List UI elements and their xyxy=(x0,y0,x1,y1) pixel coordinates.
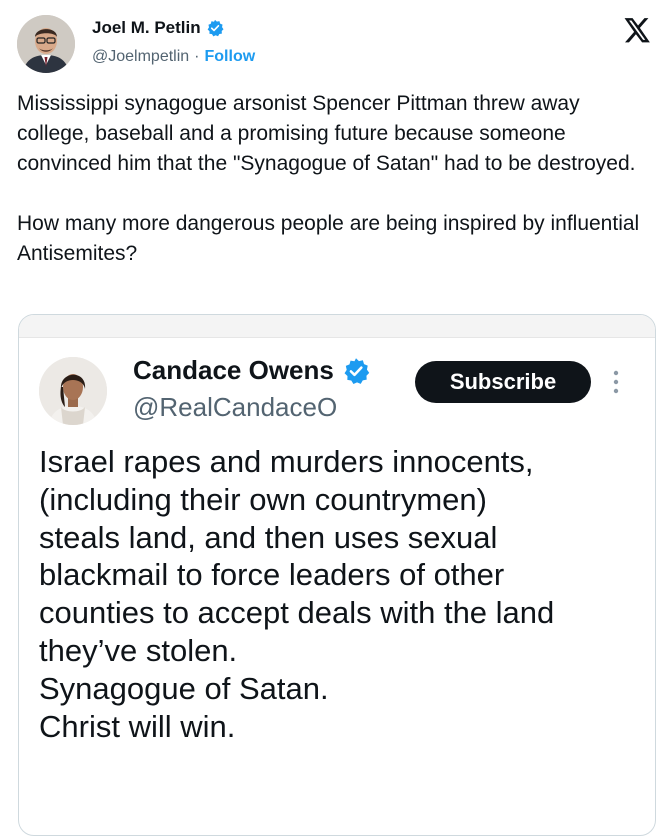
quoted-author-avatar[interactable] xyxy=(39,357,107,425)
quoted-author-name-row[interactable]: Candace Owens xyxy=(133,355,370,386)
quoted-tweet-card[interactable]: Candace Owens @RealCandaceO Subscribe Is… xyxy=(18,314,656,836)
author-avatar[interactable] xyxy=(17,15,75,73)
handle-separator: · xyxy=(194,48,200,65)
author-name[interactable]: Joel M. Petlin xyxy=(92,18,201,38)
quoted-author-name[interactable]: Candace Owens xyxy=(133,355,334,386)
more-vertical-icon[interactable] xyxy=(611,369,621,395)
author-handle-row: @Joelmpetlin · Follow xyxy=(92,48,255,66)
author-name-row[interactable]: Joel M. Petlin xyxy=(92,18,224,38)
tweet-text: Mississippi synagogue arsonist Spencer P… xyxy=(17,89,647,269)
verified-badge-icon xyxy=(206,19,224,37)
quoted-tweet-text: Israel rapes and murders innocents, (inc… xyxy=(39,444,555,744)
tweet-paragraph: Mississippi synagogue arsonist Spencer P… xyxy=(17,92,636,175)
follow-link[interactable]: Follow xyxy=(205,48,256,66)
tweet-card: Joel M. Petlin @Joelmpetlin · Follow Mis… xyxy=(0,0,660,836)
tweet-paragraph: How many more dangerous people are being… xyxy=(17,212,640,265)
author-handle[interactable]: @Joelmpetlin xyxy=(92,48,189,66)
x-logo-icon[interactable] xyxy=(624,18,651,43)
author-avatar-image xyxy=(17,15,75,73)
quoted-card-top-strip xyxy=(19,315,655,338)
subscribe-button[interactable]: Subscribe xyxy=(415,361,591,403)
quoted-author-handle[interactable]: @RealCandaceO xyxy=(133,392,337,423)
verified-badge-icon xyxy=(342,357,370,385)
quoted-avatar-image xyxy=(39,357,107,425)
